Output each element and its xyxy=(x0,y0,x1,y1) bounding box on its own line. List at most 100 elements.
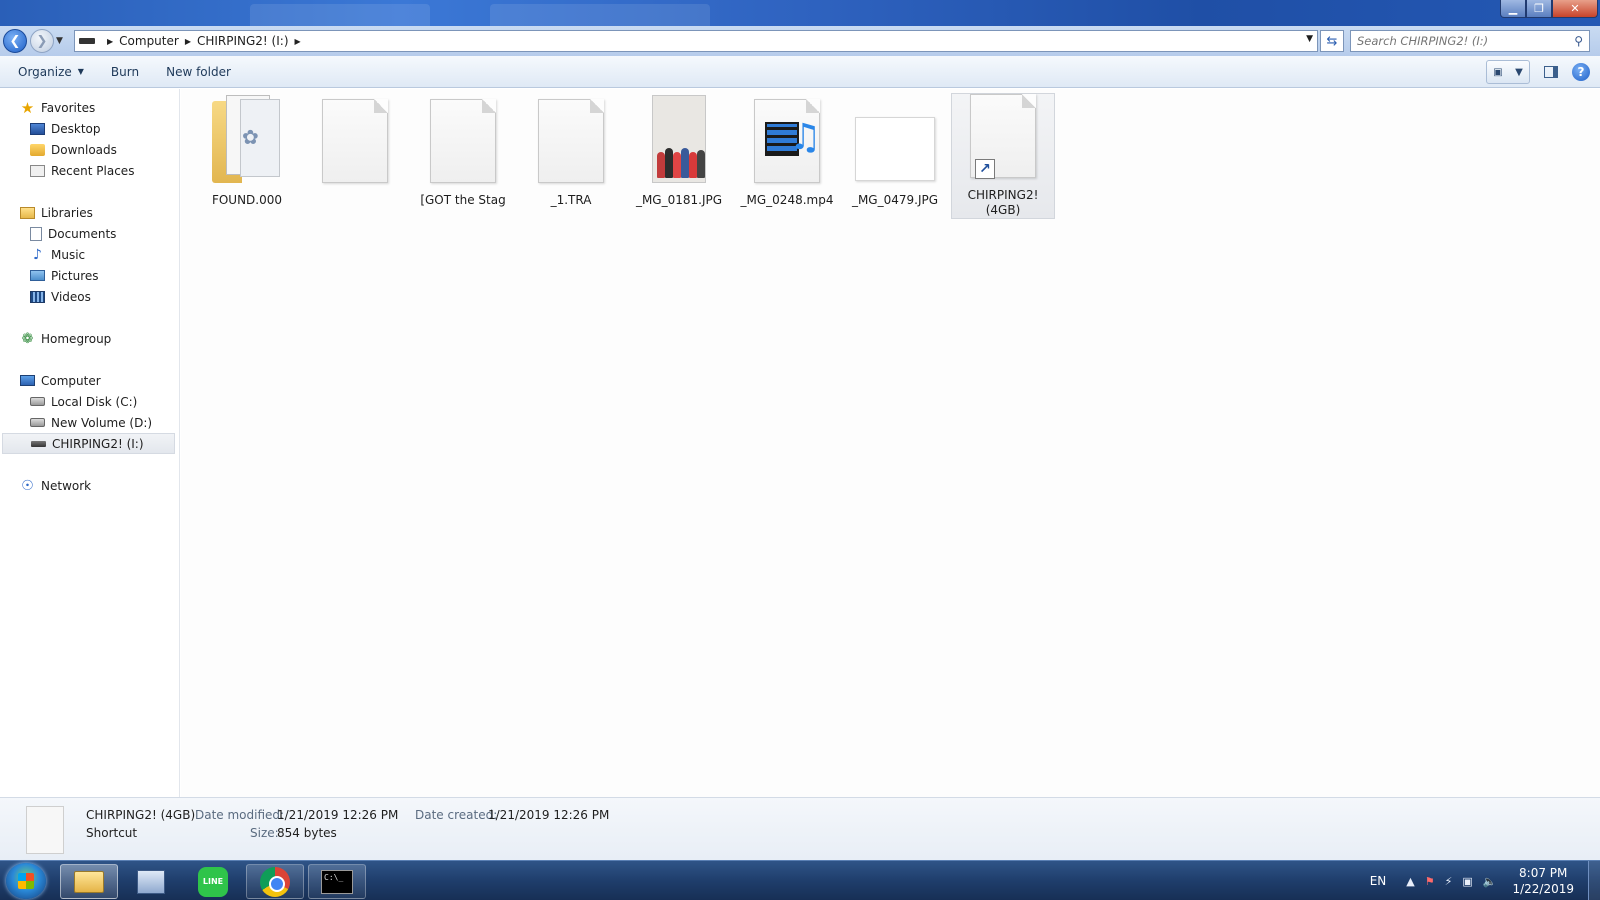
video-file-icon: ♫ xyxy=(754,99,821,183)
downloads-icon xyxy=(30,143,45,156)
blank-file-icon xyxy=(538,99,604,183)
address-history-dropdown[interactable]: ▼ xyxy=(1306,34,1313,44)
sidebar-item-network[interactable]: ☉ Network xyxy=(0,475,179,496)
sidebar-item-label: Favorites xyxy=(41,100,96,115)
forward-button[interactable]: ❯ xyxy=(30,29,54,53)
videos-icon xyxy=(30,290,45,303)
sidebar-item-favorites[interactable]: ★ Favorites xyxy=(0,97,179,118)
breadcrumb-drive[interactable]: CHIRPING2! (I:) xyxy=(197,34,289,48)
power-icon[interactable]: ⚡ xyxy=(1445,875,1453,888)
taskbar-command-prompt[interactable]: C:\_ xyxy=(308,864,366,899)
sidebar-item-new-volume-d[interactable]: New Volume (D:) xyxy=(0,412,179,433)
hard-disk-icon xyxy=(30,418,45,427)
system-tray: EN ▲ ⚑ ⚡ ▣ 🔈 8:07 PM 1/22/2019 xyxy=(1370,861,1600,900)
sidebar-item-libraries[interactable]: Libraries xyxy=(0,202,179,223)
blank-file-icon xyxy=(322,99,388,183)
sidebar-item-label: Libraries xyxy=(41,205,93,220)
star-icon: ★ xyxy=(20,98,35,117)
search-input[interactable] xyxy=(1357,34,1557,48)
network-status-icon[interactable]: ▣ xyxy=(1462,875,1472,888)
recent-places-icon xyxy=(30,164,45,177)
view-icon: ▣ xyxy=(1493,66,1503,78)
sidebar-item-label: Videos xyxy=(51,289,91,304)
file-item[interactable]: ✿ FOUND.000 xyxy=(195,93,299,219)
date-modified-value: 1/21/2019 12:26 PM xyxy=(277,808,399,822)
sidebar-item-documents[interactable]: Documents xyxy=(0,223,179,244)
file-item[interactable]: _1.TRA xyxy=(519,93,623,219)
close-button[interactable]: ✕ xyxy=(1552,0,1598,18)
file-list[interactable]: ✿ FOUND.000 [GOT the Stag _1.TRA _MG_018… xyxy=(181,89,1600,797)
taskbar-line[interactable]: LINE xyxy=(184,864,242,899)
details-pane: CHIRPING2! (4GB) Shortcut Date modified:… xyxy=(0,797,1600,860)
chevron-right-icon[interactable]: ▶ xyxy=(107,37,113,46)
file-item[interactable] xyxy=(303,93,407,219)
chevron-right-icon[interactable]: ▶ xyxy=(185,37,191,46)
search-box[interactable]: ⚲ xyxy=(1350,30,1590,52)
file-item[interactable]: _MG_0479.JPG xyxy=(843,93,947,219)
navigation-bar: ❮ ❯ ▼ ▶ Computer ▶ CHIRPING2! (I:) ▶ ▼ ⇆… xyxy=(0,26,1600,56)
file-item-selected[interactable]: ↗ CHIRPING2! (4GB) xyxy=(951,93,1055,219)
sidebar-item-computer[interactable]: Computer xyxy=(0,370,179,391)
network-icon: ☉ xyxy=(21,477,34,494)
minimize-button[interactable]: ▁ xyxy=(1500,0,1526,18)
recent-pages-dropdown[interactable]: ▼ xyxy=(56,36,68,46)
sidebar-item-homegroup[interactable]: ❁ Homegroup xyxy=(0,328,179,349)
size-value: 854 bytes xyxy=(277,826,337,840)
taskbar-chrome[interactable] xyxy=(246,864,304,899)
address-bar[interactable]: ▶ Computer ▶ CHIRPING2! (I:) ▶ ▼ xyxy=(74,30,1318,52)
date-created-label: Date created: xyxy=(415,808,498,822)
back-button[interactable]: ❮ xyxy=(3,29,27,53)
photo-thumbnail xyxy=(652,95,706,183)
file-item[interactable]: ♫ _MG_0248.mp4 xyxy=(735,93,839,219)
search-icon[interactable]: ⚲ xyxy=(1574,34,1583,48)
language-indicator[interactable]: EN xyxy=(1370,874,1387,888)
maximize-button[interactable]: ❐ xyxy=(1526,0,1552,18)
volume-icon[interactable]: 🔈 xyxy=(1483,875,1497,888)
file-item[interactable]: [GOT the Stag xyxy=(411,93,515,219)
file-item[interactable]: _MG_0181.JPG xyxy=(627,93,731,219)
sidebar-item-local-disk-c[interactable]: Local Disk (C:) xyxy=(0,391,179,412)
action-center-flag-icon[interactable]: ⚑ xyxy=(1425,875,1435,888)
document-icon xyxy=(30,226,42,241)
sidebar-item-label: Computer xyxy=(41,373,101,388)
sidebar-item-label: New Volume (D:) xyxy=(51,415,153,430)
breadcrumb-computer[interactable]: Computer xyxy=(119,34,179,48)
sidebar-item-label: Music xyxy=(51,247,86,262)
sidebar-item-music[interactable]: ♪ Music xyxy=(0,244,179,265)
refresh-button[interactable]: ⇆ xyxy=(1320,30,1344,52)
date-modified-label: Date modified: xyxy=(195,808,285,822)
file-name: _MG_0479.JPG xyxy=(851,193,939,207)
start-button[interactable] xyxy=(6,863,46,899)
sidebar-item-label: Downloads xyxy=(51,142,117,157)
show-hidden-icons-icon[interactable]: ▲ xyxy=(1406,875,1414,888)
sidebar-item-downloads[interactable]: Downloads xyxy=(0,139,179,160)
hard-disk-icon xyxy=(30,397,45,406)
burn-button[interactable]: Burn xyxy=(102,65,148,79)
computer-icon xyxy=(20,375,35,386)
help-button[interactable]: ? xyxy=(1572,63,1590,81)
shortcut-file-icon: ↗ xyxy=(970,94,1036,179)
preview-pane-button[interactable] xyxy=(1540,61,1562,83)
new-folder-button[interactable]: New folder xyxy=(157,65,240,79)
show-desktop-button[interactable] xyxy=(1588,861,1600,900)
chevron-right-icon[interactable]: ▶ xyxy=(295,37,301,46)
sidebar-item-chirping2-drive[interactable]: CHIRPING2! (I:) xyxy=(2,433,175,454)
chevron-down-icon: ▼ xyxy=(1515,66,1523,78)
organize-button[interactable]: Organize ▼ xyxy=(9,65,93,79)
sidebar-item-desktop[interactable]: Desktop xyxy=(0,118,179,139)
clock-date: 1/22/2019 xyxy=(1512,882,1574,896)
title-bar: ▁ ❐ ✕ xyxy=(0,0,1600,26)
sidebar-item-recent-places[interactable]: Recent Places xyxy=(0,160,179,181)
removable-drive-icon xyxy=(31,440,46,447)
sidebar-item-label: Homegroup xyxy=(41,331,112,346)
navigation-pane: ★ Favorites Desktop Downloads Recent Pla… xyxy=(0,89,180,797)
change-view-button[interactable]: ▣ ▼ xyxy=(1486,60,1530,84)
details-file-type: Shortcut xyxy=(86,826,138,840)
taskbar-windows-explorer[interactable] xyxy=(60,864,118,899)
taskbar-computer[interactable] xyxy=(122,864,180,899)
sidebar-item-label: Network xyxy=(41,478,92,493)
file-name: FOUND.000 xyxy=(211,193,283,207)
sidebar-item-pictures[interactable]: Pictures xyxy=(0,265,179,286)
clock[interactable]: 8:07 PM 1/22/2019 xyxy=(1512,865,1574,897)
sidebar-item-videos[interactable]: Videos xyxy=(0,286,179,307)
